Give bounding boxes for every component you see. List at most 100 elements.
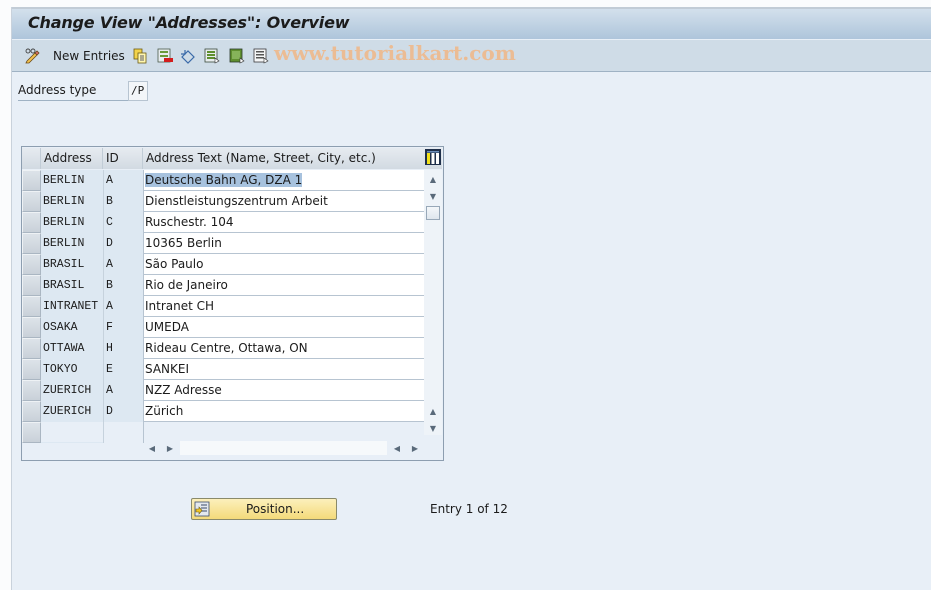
address-text-value: 10365 Berlin [145,236,222,250]
cell-address-text[interactable]: Zürich [143,401,424,422]
table-row[interactable]: TOKYO E SANKEI [22,359,424,380]
row-selector[interactable] [22,254,41,275]
address-text-value: UMEDA [145,320,189,334]
cell-address-text[interactable]: NZZ Adresse [143,380,424,401]
page-down-button[interactable]: ▼ [426,421,440,435]
table-row[interactable]: BERLIN C Ruschestr. 104 [22,212,424,233]
row-selector[interactable] [22,275,41,296]
table-row[interactable]: BERLIN A Deutsche Bahn AG, DZA 1 [22,170,424,191]
table-row[interactable]: ZUERICH A NZZ Adresse [22,380,424,401]
address-text-value: Rideau Centre, Ottawa, ON [145,341,308,355]
cell-address-text[interactable]: São Paulo [143,254,424,275]
display-change-button[interactable] [24,47,40,65]
row-selector[interactable] [22,317,41,338]
address-text-value: Deutsche Bahn AG, DZA 1 [145,173,303,187]
cell-address-text[interactable]: Intranet CH [143,296,424,317]
new-entries-label: New Entries [53,49,125,63]
position-button[interactable]: Position... [191,498,337,520]
table-settings-icon [425,149,441,165]
table-row[interactable]: BERLIN D 10365 Berlin [22,233,424,254]
cell-id: A [103,254,143,275]
deselect-all-button[interactable] [253,47,269,65]
sap-window: Change View "Addresses": Overview New En… [11,7,931,590]
column-settings-button[interactable] [424,148,442,166]
table-row[interactable]: OSAKA F UMEDA [22,317,424,338]
table-header: Address ID Address Text (Name, Street, C… [22,148,442,169]
scroll-thumb[interactable] [426,206,440,220]
column-header-address[interactable]: Address [41,148,103,169]
cell-address-text[interactable]: 10365 Berlin [143,233,424,254]
page-up-button[interactable]: ▲ [426,404,440,418]
row-selector[interactable] [22,296,41,317]
new-entries-button[interactable]: New Entries [53,47,125,65]
table-row[interactable]: BERLIN B Dienstleistungszentrum Arbeit [22,191,424,212]
select-all-rows-header[interactable] [22,148,41,169]
title-bar: Change View "Addresses": Overview [12,7,931,39]
arrow-up-icon: ▲ [429,406,437,416]
select-all-button[interactable] [204,47,220,65]
cell-address-text[interactable]: SANKEI [143,359,424,380]
row-selector[interactable] [22,170,41,191]
entry-counter: Entry 1 of 12 [430,502,508,516]
page-left-button[interactable]: ◀ [390,441,404,455]
pencil-glasses-icon [24,48,40,64]
cell-address-text[interactable]: Deutsche Bahn AG, DZA 1 [143,170,424,191]
table-row[interactable]: ZUERICH D Zürich [22,401,424,422]
table-row[interactable]: BRASIL B Rio de Janeiro [22,275,424,296]
cell-address: TOKYO [41,359,103,380]
cell-address: BRASIL [41,254,103,275]
cell-id: E [103,359,143,380]
undo-change-button[interactable] [180,47,196,65]
address-type-field: /P [128,81,148,101]
horizontal-scrollbar[interactable]: ◀ ▶ ◀ ▶ [143,440,425,456]
row-selector[interactable] [22,191,41,212]
table-row[interactable]: BRASIL A São Paulo [22,254,424,275]
cell-address: ZUERICH [41,380,103,401]
cell-address-text[interactable]: Rideau Centre, Ottawa, ON [143,338,424,359]
watermark: www.tutorialkart.com [274,41,516,65]
arrow-right-icon: ▶ [166,443,174,453]
cell-address: BERLIN [41,212,103,233]
row-selector[interactable] [22,233,41,254]
copy-as-button[interactable] [132,47,148,65]
undo-change-icon [180,48,196,64]
cell-address: OSAKA [41,317,103,338]
delete-button[interactable] [157,47,173,65]
row-selector[interactable] [22,338,41,359]
address-type-label: Address type [18,83,128,101]
cell-id: D [103,233,143,254]
position-button-label: Position... [246,502,305,516]
scroll-right-button[interactable]: ▶ [163,441,177,455]
column-header-address-text[interactable]: Address Text (Name, Street, City, etc.) [143,148,424,169]
horizontal-scroll-track[interactable] [180,441,387,455]
address-text-value: Ruschestr. 104 [145,215,234,229]
page-right-button[interactable]: ▶ [408,441,422,455]
cell-id: A [103,380,143,401]
cell-id: A [103,170,143,191]
table-row[interactable]: INTRANET A Intranet CH [22,296,424,317]
cell-address-text[interactable]: Rio de Janeiro [143,275,424,296]
cell-address-text[interactable]: Dienstleistungszentrum Arbeit [143,191,424,212]
page-title: Change View "Addresses": Overview [28,13,350,32]
row-selector[interactable] [22,380,41,401]
scroll-up-button[interactable]: ▲ [426,172,440,186]
cell-id: C [103,212,143,233]
select-all-icon [204,48,220,64]
row-selector[interactable] [22,212,41,233]
cell-address: ZUERICH [41,401,103,422]
scroll-left-button[interactable]: ◀ [145,441,159,455]
arrow-right-icon: ▶ [411,443,419,453]
address-text-value: Intranet CH [145,299,215,313]
select-block-button[interactable] [229,47,245,65]
application-toolbar: New Entries www.tutorialkart.com [12,40,931,72]
scroll-down-button[interactable]: ▼ [426,189,440,203]
row-selector[interactable] [22,422,41,443]
table-row[interactable]: OTTAWA H Rideau Centre, Ottawa, ON [22,338,424,359]
vertical-scrollbar[interactable]: ▲ ▼ ▲ ▼ [424,170,442,435]
cell-address-text[interactable]: Ruschestr. 104 [143,212,424,233]
cell-id: H [103,338,143,359]
cell-address-text[interactable]: UMEDA [143,317,424,338]
column-header-id[interactable]: ID [103,148,143,169]
row-selector[interactable] [22,401,41,422]
row-selector[interactable] [22,359,41,380]
